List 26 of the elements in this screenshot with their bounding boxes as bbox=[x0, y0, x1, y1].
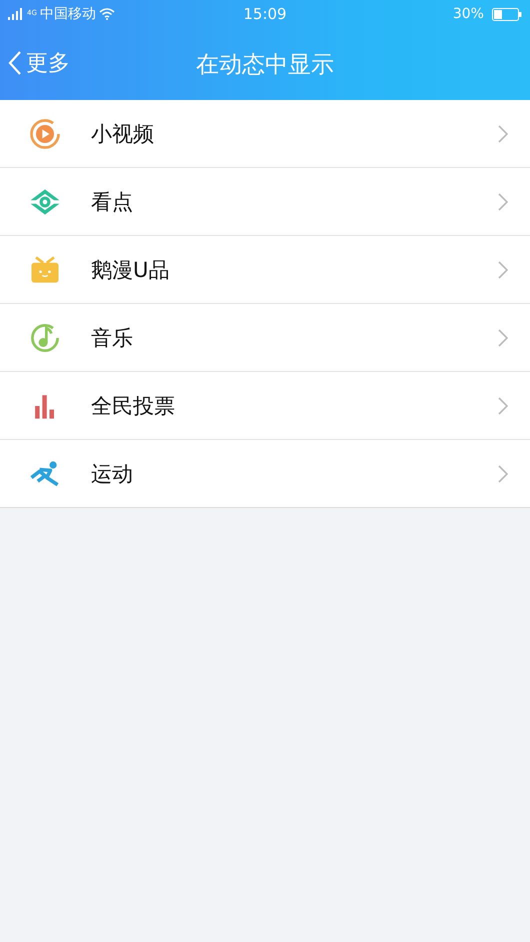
list-item[interactable]: 音乐 bbox=[0, 304, 530, 372]
item-label: 运动 bbox=[91, 460, 134, 488]
list-item[interactable]: 鹅漫U品 bbox=[0, 236, 530, 304]
battery-percent: 30% bbox=[452, 6, 484, 22]
status-time: 15:09 bbox=[243, 5, 287, 23]
page-title: 在动态中显示 bbox=[196, 50, 334, 80]
item-label: 看点 bbox=[91, 188, 134, 216]
item-label: 鹅漫U品 bbox=[91, 256, 170, 284]
chevron-right-icon bbox=[498, 328, 508, 346]
wifi-icon bbox=[98, 8, 115, 20]
list-item[interactable]: 小视频 bbox=[0, 100, 530, 168]
carrier-name: 中国移动 bbox=[40, 5, 96, 23]
chevron-right-icon bbox=[498, 464, 508, 482]
list-item[interactable]: 全民投票 bbox=[0, 372, 530, 440]
list-item[interactable]: 看点 bbox=[0, 168, 530, 236]
chevron-right-icon bbox=[498, 396, 508, 414]
item-label: 音乐 bbox=[91, 324, 134, 352]
item-label: 全民投票 bbox=[91, 392, 176, 420]
battery-icon bbox=[492, 8, 522, 20]
list-item[interactable]: 运动 bbox=[0, 440, 530, 507]
chevron-right-icon bbox=[498, 260, 508, 278]
chevron-left-icon bbox=[8, 50, 22, 76]
chevron-right-icon bbox=[498, 124, 508, 142]
item-label: 小视频 bbox=[91, 120, 155, 148]
signal-icon bbox=[8, 8, 24, 20]
chevron-right-icon bbox=[498, 192, 508, 210]
